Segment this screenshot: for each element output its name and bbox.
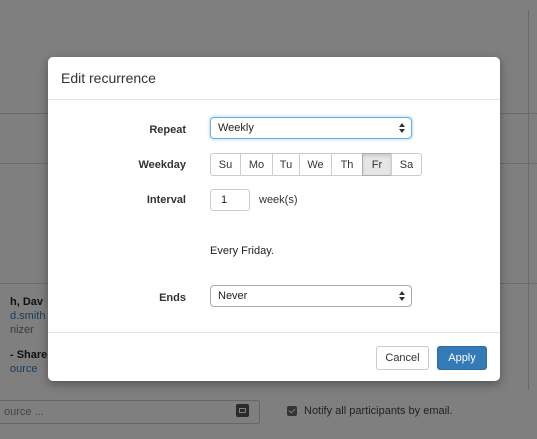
interval-value: 1 <box>221 194 228 206</box>
interval-unit: week(s) <box>259 194 298 206</box>
dialog-header: Edit recurrence <box>48 57 500 100</box>
weekday-button-su[interactable]: Su <box>210 153 241 176</box>
weekday-button-mo[interactable]: Mo <box>240 153 273 176</box>
select-arrows-icon <box>399 289 405 303</box>
repeat-select-value: Weekly <box>218 122 254 134</box>
dialog-footer <box>48 332 500 382</box>
repeat-select[interactable]: Weekly <box>210 117 412 139</box>
edit-recurrence-dialog: Edit recurrence Repeat Weekly Weekday Su… <box>48 57 500 381</box>
dialog-title: Edit recurrence <box>61 70 156 86</box>
select-arrows-icon <box>399 121 405 135</box>
weekday-label: Weekday <box>138 159 187 171</box>
interval-label: Interval <box>146 194 186 206</box>
ends-select-value: Never <box>218 290 248 302</box>
apply-button[interactable]: Apply <box>437 346 487 370</box>
weekday-button-we[interactable]: We <box>299 153 332 176</box>
weekday-button-group: Su Mo Tu We Th Fr Sa <box>210 153 422 176</box>
weekday-button-fr[interactable]: Fr <box>362 153 392 176</box>
ends-select[interactable]: Never <box>210 285 412 307</box>
weekday-button-th[interactable]: Th <box>331 153 363 176</box>
interval-input[interactable]: 1 <box>210 189 250 211</box>
weekday-button-sa[interactable]: Sa <box>391 153 422 176</box>
repeat-label: Repeat <box>149 124 186 136</box>
ends-label: Ends <box>159 292 186 304</box>
cancel-button[interactable]: Cancel <box>376 346 429 370</box>
recurrence-summary: Every Friday. <box>210 245 274 257</box>
weekday-button-tu[interactable]: Tu <box>272 153 300 176</box>
